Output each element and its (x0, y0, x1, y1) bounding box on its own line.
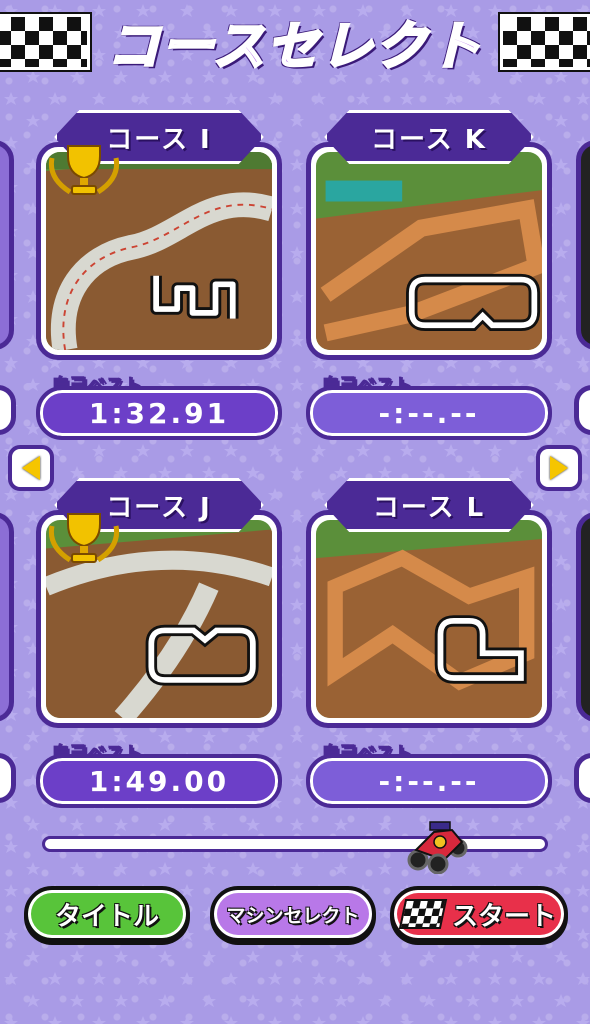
start-button-label: スタート (451, 901, 556, 932)
best-time-value: 1:32.91 (36, 386, 282, 440)
title-button-label: タイトル (54, 901, 159, 932)
checkered-flag-icon (500, 14, 590, 70)
trophy-icon (48, 513, 120, 563)
arrow-right-icon (550, 456, 568, 480)
race-car-indicator-icon (407, 821, 468, 874)
header: コースセレクト (0, 0, 590, 78)
page-title: コースセレクト (106, 15, 483, 78)
start-button[interactable]: スタート (390, 886, 568, 942)
course-card-j[interactable]: コース J (36, 478, 282, 728)
course-card-i[interactable]: コース I (36, 110, 282, 360)
trophy-icon (48, 145, 120, 195)
page-progress-bar (42, 836, 548, 852)
next-page-card-peek[interactable] (576, 512, 590, 722)
next-page-card-peek[interactable] (576, 140, 590, 350)
course-preview (316, 152, 542, 350)
course-preview-frame (306, 142, 552, 360)
arrow-left-icon (22, 456, 40, 480)
next-page-best-peek (574, 385, 590, 435)
machine-select-button[interactable]: マシンセレクト (210, 886, 376, 942)
course-card-k[interactable]: コース K (306, 110, 552, 360)
checkered-flag-icon (0, 14, 90, 70)
course-preview-frame (306, 510, 552, 728)
next-page-best-peek (574, 753, 590, 803)
prev-page-best-peek (0, 385, 16, 435)
title-button[interactable]: タイトル (24, 886, 190, 942)
course-name-tag: コース K (324, 110, 534, 164)
best-time-value: -:--.-- (306, 754, 552, 808)
best-time-value: -:--.-- (306, 386, 552, 440)
prev-page-best-peek (0, 753, 16, 803)
course-name-tag: コース L (324, 478, 534, 532)
checkered-flag-icon (398, 899, 448, 929)
machine-select-label: マシンセレクト (226, 904, 360, 927)
best-time-value: 1:49.00 (36, 754, 282, 808)
course-card-l[interactable]: コース L (306, 478, 552, 728)
prev-page-card-peek[interactable] (0, 140, 14, 350)
course-preview (316, 520, 542, 718)
prev-page-card-peek[interactable] (0, 512, 14, 722)
